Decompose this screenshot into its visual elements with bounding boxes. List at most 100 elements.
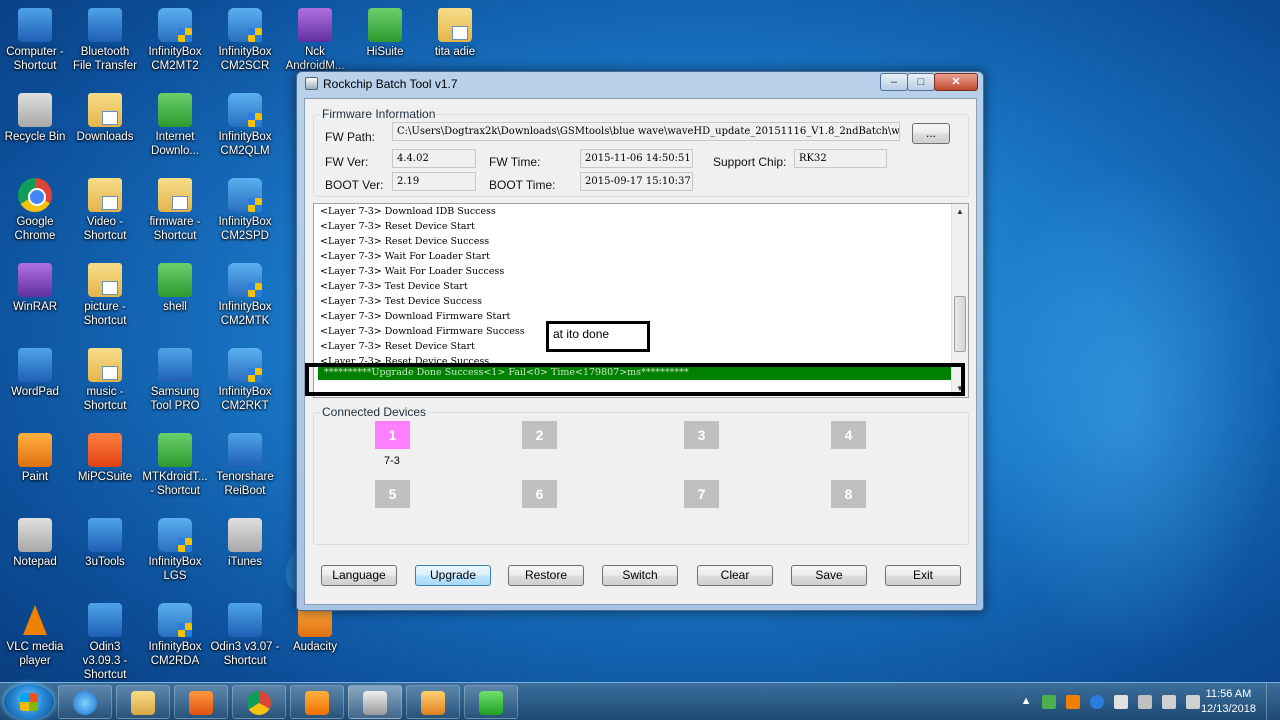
save-button[interactable]: Save — [791, 565, 867, 586]
browse-button[interactable]: ... — [912, 123, 950, 144]
network-app-icon[interactable] — [1041, 695, 1056, 709]
desktop-icon-firmware[interactable]: firmware - Shortcut — [140, 178, 210, 243]
device-icon[interactable] — [1137, 695, 1152, 709]
desktop-icon-odin-309[interactable]: Odin3 v3.09.3 - Shortcut — [70, 603, 140, 682]
desktop-icon-paint[interactable]: Paint — [0, 433, 70, 484]
taskbar-chrome[interactable] — [232, 685, 286, 719]
taskbar-hisuite[interactable] — [464, 685, 518, 719]
boot-time-label: BOOT Time: — [489, 178, 556, 192]
close-button[interactable]: ✕ — [934, 73, 978, 91]
support-chip-field[interactable]: RK32 — [794, 149, 887, 168]
connected-devices-group: Connected Devices — [313, 405, 969, 545]
desktop-icon-cm2scr[interactable]: InfinityBox CM2SCR — [210, 8, 280, 73]
chrome-icon — [18, 178, 52, 212]
desktop-icon-computer[interactable]: Computer - Shortcut — [0, 8, 70, 73]
boot-ver-field[interactable]: 2.19 — [392, 172, 476, 191]
desktop-icon-itunes[interactable]: iTunes — [210, 518, 280, 569]
device-slot-6[interactable]: 6 — [522, 480, 557, 508]
device-slot-5[interactable]: 5 — [375, 480, 410, 508]
desktop-icon-cm2mtk[interactable]: InfinityBox CM2MTK — [210, 263, 280, 328]
action-center-icon[interactable] — [1113, 695, 1128, 709]
device-slot-3[interactable]: 3 — [684, 421, 719, 449]
wordpad-icon — [18, 348, 52, 382]
desktop-icon-cm2spd[interactable]: InfinityBox CM2SPD — [210, 178, 280, 243]
folder-icon — [131, 691, 155, 715]
info-icon[interactable] — [1089, 695, 1104, 709]
boot-ver-label: BOOT Ver: — [325, 178, 384, 192]
fw-ver-field[interactable]: 4.4.02 — [392, 149, 476, 168]
desktop-icon-reiboot[interactable]: Tenorshare ReiBoot — [210, 433, 280, 498]
taskbar-vlc[interactable] — [290, 685, 344, 719]
scroll-thumb[interactable] — [954, 296, 966, 352]
scroll-up-arrow-icon[interactable]: ▲ — [952, 204, 968, 220]
taskbar-explorer[interactable] — [116, 685, 170, 719]
device-slot-8[interactable]: 8 — [831, 480, 866, 508]
maximize-button[interactable]: □ — [907, 73, 935, 91]
show-desktop-button[interactable] — [1266, 683, 1280, 720]
desktop-icon-cm2rda[interactable]: InfinityBox CM2RDA — [140, 603, 210, 668]
notepad-icon — [18, 518, 52, 552]
desktop-icon-video[interactable]: Video - Shortcut — [70, 178, 140, 243]
volume-icon[interactable] — [1186, 695, 1200, 709]
desktop-icon-music[interactable]: music - Shortcut — [70, 348, 140, 413]
upgrade-button[interactable]: Upgrade — [415, 565, 491, 586]
desktop-icon-chrome[interactable]: Google Chrome — [0, 178, 70, 243]
desktop-icon-downloads[interactable]: Downloads — [70, 93, 140, 144]
desktop-icon-shell[interactable]: shell — [140, 263, 210, 314]
desktop-icon-cm2qlm[interactable]: InfinityBox CM2QLM — [210, 93, 280, 158]
hisuite-icon — [479, 691, 503, 715]
taskbar-ie[interactable] — [58, 685, 112, 719]
desktop-icon-cm2rkt[interactable]: InfinityBox CM2RKT — [210, 348, 280, 413]
desktop-icon-mipcsuite[interactable]: MiPCSuite — [70, 433, 140, 484]
desktop-icon-nck[interactable]: Nck AndroidM... — [280, 8, 350, 73]
fw-path-field[interactable]: C:\Users\Dogtrax2k\Downloads\GSMtools\bl… — [392, 122, 900, 141]
taskbar-paint[interactable] — [406, 685, 460, 719]
paint-icon — [421, 691, 445, 715]
desktop-icon-recycle-bin[interactable]: Recycle Bin — [0, 93, 70, 144]
shield-icon — [228, 263, 262, 297]
title-bar[interactable]: Rockchip Batch Tool v1.7 – □ ✕ — [297, 72, 983, 96]
wifi-icon[interactable] — [1161, 695, 1176, 709]
desktop-icon-odin-307[interactable]: Odin3 v3.07 - Shortcut — [210, 603, 280, 668]
device-slot-7[interactable]: 7 — [684, 480, 719, 508]
start-button[interactable] — [4, 684, 54, 720]
show-hidden-icons-icon[interactable]: ▲ — [1021, 695, 1032, 709]
desktop-icon-cm2mt2[interactable]: InfinityBox CM2MT2 — [140, 8, 210, 73]
device-slot-4[interactable]: 4 — [831, 421, 866, 449]
folder-icon — [438, 8, 472, 42]
desktop-icon-idm[interactable]: Internet Downlo... — [140, 93, 210, 158]
folder-icon — [88, 348, 122, 382]
clear-button[interactable]: Clear — [697, 565, 773, 586]
device-slot-2[interactable]: 2 — [522, 421, 557, 449]
desktop-icon-3utools[interactable]: 3uTools — [70, 518, 140, 569]
fw-time-field[interactable]: 2015-11-06 14:50:51 — [580, 149, 693, 168]
restore-button[interactable]: Restore — [508, 565, 584, 586]
minimize-button[interactable]: – — [880, 73, 908, 91]
device-slot-1[interactable]: 1 — [375, 421, 410, 449]
odin-icon — [228, 603, 262, 637]
taskbar-rockchip-tool[interactable] — [348, 685, 402, 719]
firmware-info-legend: Firmware Information — [322, 107, 436, 121]
vlc-tray-icon[interactable] — [1065, 695, 1080, 709]
desktop-icon-wordpad[interactable]: WordPad — [0, 348, 70, 399]
boot-time-field[interactable]: 2015-09-17 15:10:37 — [580, 172, 693, 191]
taskbar-media-player[interactable] — [174, 685, 228, 719]
desktop-icon-winrar[interactable]: WinRAR — [0, 263, 70, 314]
desktop-icon-samsung-tool[interactable]: Samsung Tool PRO — [140, 348, 210, 413]
highlight-box — [305, 363, 965, 396]
connected-devices-legend: Connected Devices — [322, 405, 427, 419]
desktop-icon-hisuite[interactable]: HiSuite — [350, 8, 420, 59]
desktop-icon-tita-adie[interactable]: tita adie — [420, 8, 490, 59]
desktop-icon-vlc[interactable]: VLC media player — [0, 603, 70, 668]
exit-button[interactable]: Exit — [885, 565, 961, 586]
clock[interactable]: 11:56 AM 12/13/2018 — [1201, 687, 1256, 717]
log-line: <Layer 7-3> Wait For Loader Start — [320, 251, 490, 262]
desktop-icon-bluetooth[interactable]: Bluetooth File Transfer — [70, 8, 140, 73]
switch-button[interactable]: Switch — [602, 565, 678, 586]
language-button[interactable]: Language — [321, 565, 397, 586]
paint-icon — [18, 433, 52, 467]
desktop-icon-mtkdroid[interactable]: MTKdroidT... - Shortcut — [140, 433, 210, 498]
desktop-icon-lgs[interactable]: InfinityBox LGS — [140, 518, 210, 583]
desktop-icon-notepad[interactable]: Notepad — [0, 518, 70, 569]
desktop-icon-picture[interactable]: picture - Shortcut — [70, 263, 140, 328]
